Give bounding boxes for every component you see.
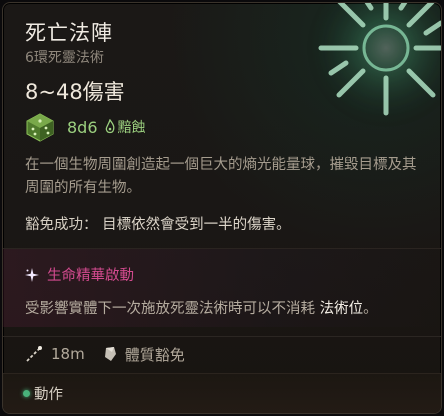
empower-section: 生命精華啟動 受影響實體下一次施放死靈法術時可以不消耗 法術位。 <box>3 248 441 327</box>
range-value: 18m <box>51 345 85 363</box>
sparkle-icon <box>25 267 39 282</box>
dice-icon <box>26 113 54 142</box>
save-effect: 豁免成功： 目標依然會受到一半的傷害。 <box>25 213 291 234</box>
damage-dice: 8d6 <box>67 117 98 137</box>
spell-tooltip: 死亡法陣 6環死靈法術 8~48傷害 8d6 黯蝕 在一個生物周圍創造起一個巨大… <box>2 2 442 414</box>
empower-description: 受影響實體下一次施放死靈法術時可以不消耗 法術位。 <box>25 297 378 318</box>
damage-dice-row: 8d6 黯蝕 <box>25 111 146 143</box>
spell-name: 死亡法陣 <box>25 21 113 45</box>
necrotic-flame-icon <box>105 119 114 134</box>
range-icon <box>26 346 42 362</box>
divider <box>3 336 441 337</box>
action-footer: 動作 <box>3 373 441 413</box>
empower-header: 生命精華啟動 <box>25 264 134 285</box>
spell-description: 在一個生物周圍創造起一個巨大的熵光能量球，摧毀目標及其周圍的所有生物。 <box>25 157 417 196</box>
empower-desc-text: 受影響實體下一次施放死靈法術時可以不消耗 <box>25 301 315 317</box>
save-type: 體質豁免 <box>124 345 185 364</box>
spell-damage: 8~48傷害 <box>25 80 125 104</box>
action-label: 動作 <box>34 387 63 403</box>
action-dot-icon <box>23 390 30 397</box>
necrotic-rune-icon <box>306 3 441 128</box>
spell-level-school: 6環死靈法術 <box>25 50 104 66</box>
empower-title: 生命精華啟動 <box>47 268 134 284</box>
save-text: 目標依然會受到一半的傷害。 <box>102 217 291 233</box>
empower-desc-highlight: 法術位 <box>319 301 364 317</box>
save-label: 豁免成功： <box>25 217 98 233</box>
action-cost: 動作 <box>23 383 63 404</box>
spell-meta-row: 18m 體質豁免 <box>25 343 185 365</box>
empower-desc-suffix: 。 <box>363 301 378 317</box>
damage-type: 黯蝕 <box>117 120 146 136</box>
save-shield-icon <box>104 347 116 361</box>
